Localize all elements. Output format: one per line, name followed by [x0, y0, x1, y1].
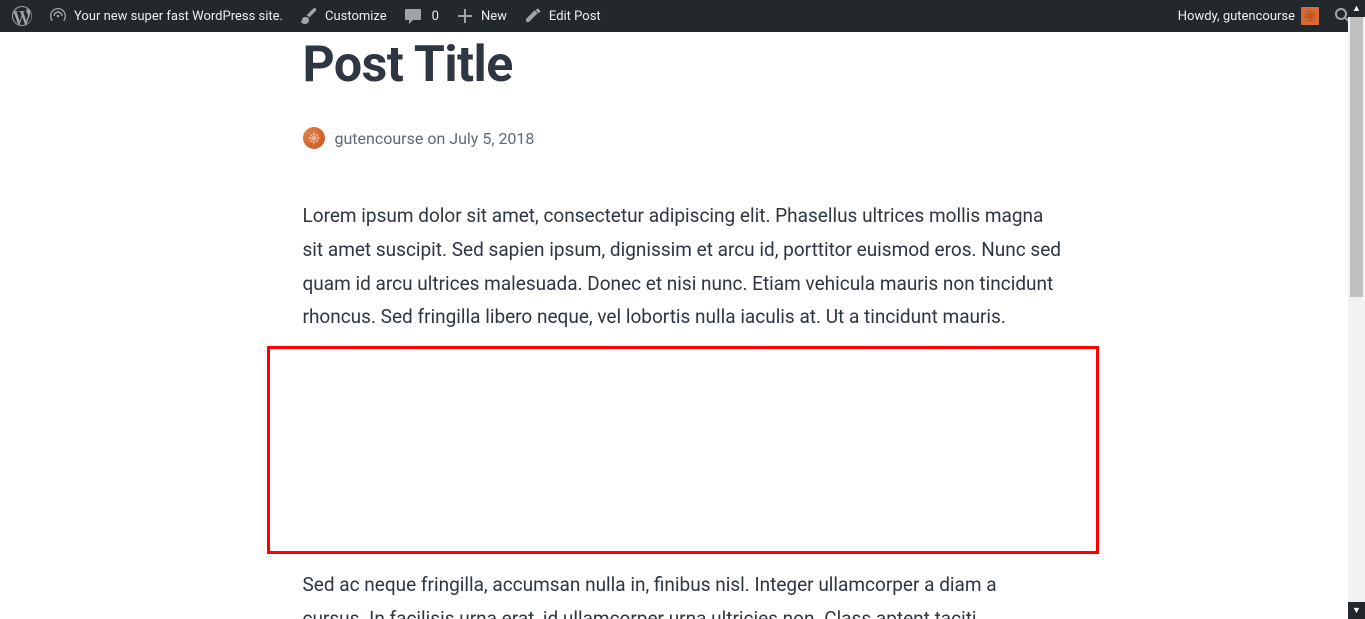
plus-icon [455, 6, 475, 26]
scrollbar[interactable]: ▲ ▼ [1348, 0, 1365, 619]
edit-post-label: Edit Post [549, 9, 601, 24]
scroll-up-button[interactable]: ▲ [1348, 0, 1365, 17]
pencil-icon [523, 6, 543, 26]
new-label: New [481, 9, 507, 24]
paragraph-2: Sed ac neque fringilla, accumsan nulla i… [303, 568, 1063, 619]
author-link[interactable]: gutencourse [335, 129, 424, 148]
wordpress-icon [12, 6, 32, 26]
site-name-label: Your new super fast WordPress site. [74, 9, 283, 24]
post-body: Lorem ipsum dolor sit amet, consectetur … [303, 199, 1063, 619]
user-account-menu[interactable]: Howdy, gutencourse [1170, 0, 1327, 32]
admin-bar-left: Your new super fast WordPress site. Cust… [4, 0, 609, 32]
content-wrapper: Post Title gutencourse on July 5, 2018 L… [0, 32, 1365, 619]
post-title: Post Title [303, 38, 1063, 93]
scroll-thumb[interactable] [1350, 17, 1363, 297]
admin-bar: Your new super fast WordPress site. Cust… [0, 0, 1365, 32]
howdy-text: Howdy, gutencourse [1178, 9, 1295, 24]
comment-icon [403, 6, 423, 26]
scroll-down-button[interactable]: ▼ [1348, 602, 1365, 619]
post-meta: gutencourse on July 5, 2018 [303, 127, 1063, 149]
post-article: Post Title gutencourse on July 5, 2018 L… [303, 32, 1063, 619]
user-avatar-icon [1301, 7, 1319, 25]
post-date: July 5, 2018 [449, 129, 534, 148]
customize-menu[interactable]: Customize [291, 0, 395, 32]
highlight-box [267, 346, 1099, 554]
dashboard-icon [48, 6, 68, 26]
admin-bar-right: Howdy, gutencourse [1170, 0, 1359, 32]
new-content-menu[interactable]: New [447, 0, 515, 32]
post-meta-text: gutencourse on July 5, 2018 [335, 129, 535, 148]
paragraph-1: Lorem ipsum dolor sit amet, consectetur … [303, 199, 1063, 334]
brush-icon [299, 6, 319, 26]
edit-post-menu[interactable]: Edit Post [515, 0, 609, 32]
comments-menu[interactable]: 0 [395, 0, 447, 32]
wp-logo-menu[interactable] [4, 0, 40, 32]
customize-label: Customize [325, 9, 387, 24]
author-avatar-icon [303, 127, 325, 149]
comments-count: 0 [432, 9, 439, 24]
site-name-menu[interactable]: Your new super fast WordPress site. [40, 0, 291, 32]
